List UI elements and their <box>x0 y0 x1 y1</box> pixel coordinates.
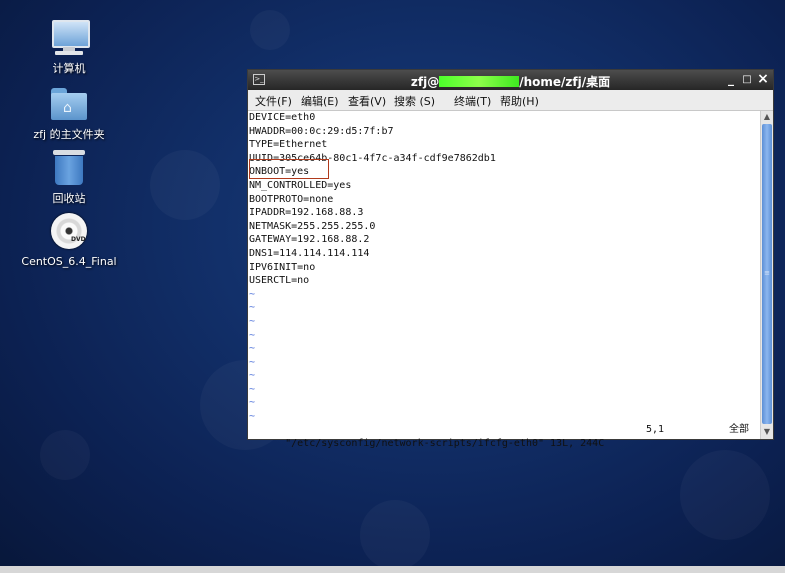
terminal-content[interactable]: DEVICE=eth0 HWADDR=00:0c:29:d5:7f:b7 TYPE=… <box>248 111 760 449</box>
status-file-info: "/etc/sysconfig/network-scripts/ifcfg-et… <box>285 438 605 449</box>
editor-line: GATEWAY=192.168.88.2 <box>249 234 370 246</box>
redacted-hostname <box>439 76 520 87</box>
editor-line: TYPE=Ethernet <box>249 139 328 151</box>
editor-line: DNS1=114.114.114.114 <box>249 247 370 259</box>
home-folder-icon: ⌂ <box>49 84 89 122</box>
empty-line-tilde: ~ <box>249 356 256 368</box>
menu-help[interactable]: 帮助(H) <box>500 93 539 109</box>
dvd-disc-icon: DVD <box>49 213 89 251</box>
menu-view[interactable]: 查看(V) <box>348 93 386 109</box>
minimize-button[interactable]: _ <box>724 72 738 87</box>
highlight-box <box>249 159 329 179</box>
desktop-icon-label: 计算机 <box>52 62 86 75</box>
empty-line-tilde: ~ <box>249 370 256 382</box>
editor-line: NETMASK=255.255.255.0 <box>249 220 376 232</box>
bottom-panel <box>0 566 785 573</box>
desktop-icon-label: zfj 的主文件夹 <box>33 128 105 141</box>
desktop-icon-trash[interactable]: 回收站 <box>14 148 124 206</box>
empty-line-tilde: ~ <box>249 329 256 341</box>
computer-icon <box>49 18 90 56</box>
editor-lines: DEVICE=eth0 HWADDR=00:0c:29:d5:7f:b7 TYPE=… <box>248 111 760 424</box>
desktop-icon-dvd[interactable]: DVD CentOS_6.4_Final <box>14 213 124 268</box>
desktop-icon-label: 回收站 <box>52 192 86 205</box>
empty-line-tilde: ~ <box>249 397 256 409</box>
empty-line-tilde: ~ <box>249 288 256 300</box>
menu-search[interactable]: 搜索 (S) <box>394 93 435 109</box>
menu-terminal[interactable]: 终端(T) <box>454 93 491 109</box>
empty-line-tilde: ~ <box>249 343 256 355</box>
status-scroll-all: 全部 <box>729 424 749 435</box>
editor-line: IPADDR=192.168.88.3 <box>249 207 364 219</box>
editor-line: USERCTL=no <box>249 275 310 287</box>
vertical-scrollbar[interactable]: ▲ ≡ ▼ <box>760 111 773 439</box>
desktop-icon-label: CentOS_6.4_Final <box>21 255 117 268</box>
close-button[interactable]: × <box>756 72 770 87</box>
scrollbar-thumb[interactable]: ≡ <box>762 124 772 424</box>
maximize-button[interactable]: □ <box>740 72 754 87</box>
window-titlebar[interactable]: >_ zfj@/home/zfj/桌面 _ □ × <box>248 70 773 90</box>
empty-line-tilde: ~ <box>249 302 256 314</box>
vim-status-line: "/etc/sysconfig/network-scripts/ifcfg-et… <box>249 423 757 449</box>
trash-icon <box>49 148 89 186</box>
empty-line-tilde: ~ <box>249 315 256 327</box>
empty-line-tilde: ~ <box>249 383 256 395</box>
editor-line: BOOTPROTO=none <box>249 193 334 205</box>
editor-line: NM_CONTROLLED=yes <box>249 179 352 191</box>
dvd-label: DVD <box>71 236 86 243</box>
status-cursor-position: 5,1 <box>646 424 665 435</box>
empty-line-tilde: ~ <box>249 411 256 423</box>
menu-file[interactable]: 文件(F) <box>255 93 292 109</box>
menu-edit[interactable]: 编辑(E) <box>301 93 339 109</box>
editor-line: HWADDR=00:0c:29:d5:7f:b7 <box>249 125 394 137</box>
menu-bar: 文件(F) 编辑(E) 查看(V) 搜索 (S) 终端(T) 帮助(H) <box>248 90 773 111</box>
editor-line: IPV6INIT=no <box>249 261 316 273</box>
scroll-down-icon[interactable]: ▼ <box>762 427 772 437</box>
editor-line: DEVICE=eth0 <box>249 112 316 123</box>
desktop-icon-computer[interactable]: 计算机 <box>14 18 124 76</box>
terminal-window[interactable]: >_ zfj@/home/zfj/桌面 _ □ × 文件(F) 编辑(E) 查看… <box>247 69 774 449</box>
grip-icon: ≡ <box>764 269 770 277</box>
window-title: zfj@/home/zfj/桌面 <box>410 75 611 89</box>
scroll-up-icon[interactable]: ▲ <box>762 112 772 122</box>
desktop-icon-home-folder[interactable]: ⌂ zfj 的主文件夹 <box>14 84 124 142</box>
